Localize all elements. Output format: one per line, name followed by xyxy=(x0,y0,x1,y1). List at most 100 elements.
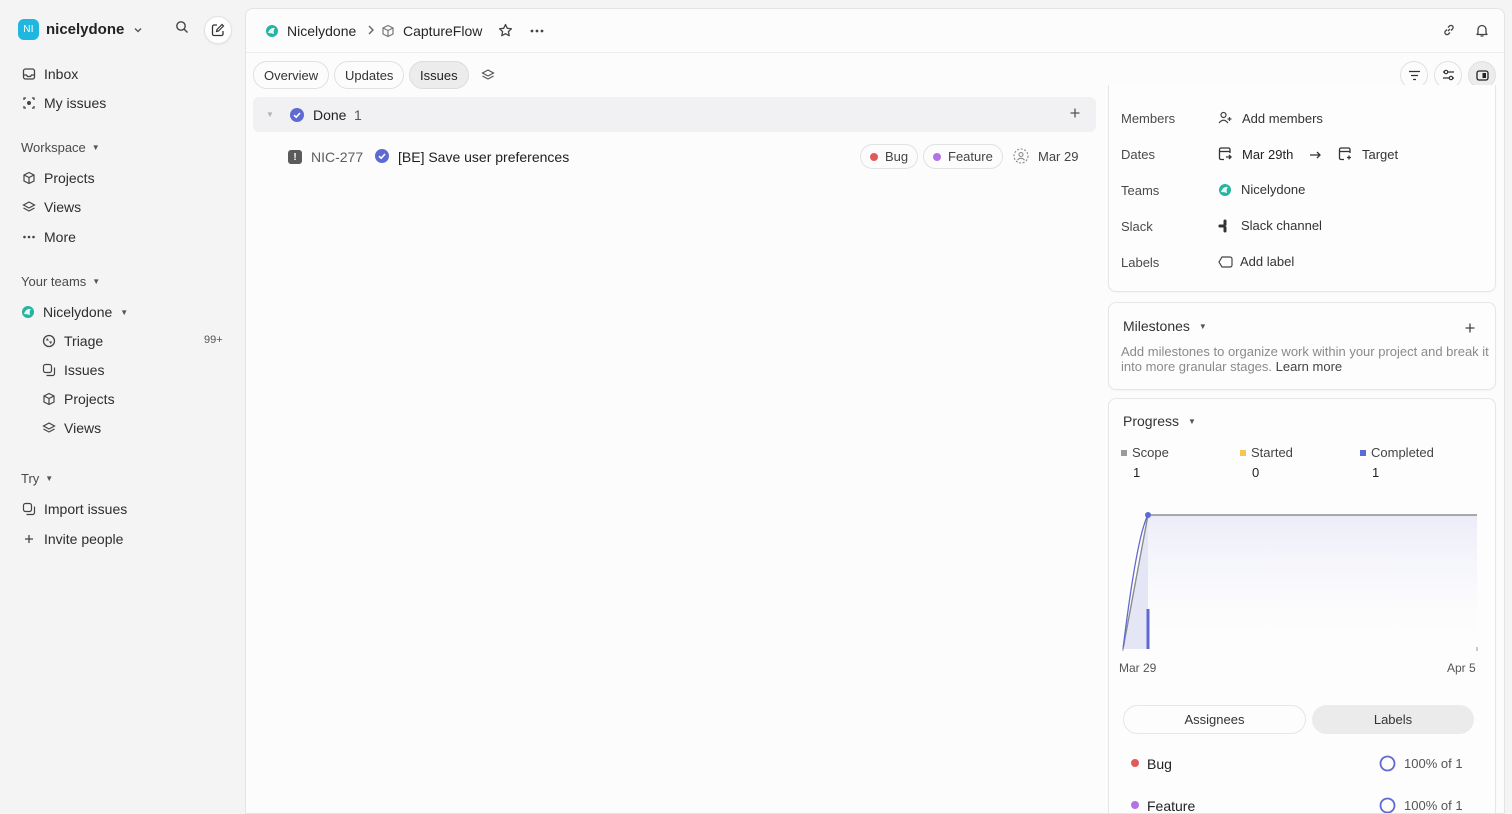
slack-channel-button[interactable]: Slack channel xyxy=(1218,218,1322,233)
workspace-section-header[interactable]: Workspace ▼ xyxy=(21,140,100,155)
label-chip-feature[interactable]: Feature xyxy=(923,144,1003,169)
target-date-button[interactable]: Target xyxy=(1337,146,1398,162)
sidebar-item-label: Inbox xyxy=(44,66,79,82)
workspace-switcher[interactable]: NI nicelydone xyxy=(18,19,143,40)
label-color-dot xyxy=(1131,801,1139,809)
panel-icon xyxy=(1475,69,1489,81)
my-issues-icon xyxy=(22,96,36,110)
star-icon[interactable] xyxy=(498,23,513,38)
progress-header[interactable]: Progress ▼ xyxy=(1123,413,1196,429)
unassigned-user-icon[interactable] xyxy=(1013,148,1029,164)
sidebar-item-issues[interactable]: Issues xyxy=(42,362,104,378)
sidebar-item-label: Triage xyxy=(64,333,104,349)
team-value-button[interactable]: Nicelydone xyxy=(1218,182,1305,197)
scope-area xyxy=(1148,515,1477,649)
sidebar-team-nicelydone[interactable]: Nicelydone ▼ xyxy=(21,304,128,320)
legend-scope-label: Scope xyxy=(1132,445,1169,460)
urgent-priority-icon[interactable]: ! xyxy=(288,150,302,164)
team-icon xyxy=(266,25,278,37)
target-date-icon xyxy=(1338,147,1351,161)
completed-swatch xyxy=(1360,449,1366,456)
breadcrumb-team-label: Nicelydone xyxy=(287,23,357,39)
workspace-avatar: NI xyxy=(18,19,39,40)
sidebar-item-my-issues[interactable]: My issues xyxy=(22,95,106,111)
sidebar-item-label: My issues xyxy=(44,95,107,111)
progress-title: Progress xyxy=(1123,413,1180,429)
sidebar-item-invite-people[interactable]: Invite people xyxy=(22,531,123,547)
link-icon[interactable] xyxy=(1442,23,1456,37)
completed-value: 1 xyxy=(1372,465,1380,480)
sidebar-item-label: More xyxy=(44,229,76,245)
segment-assignees[interactable]: Assignees xyxy=(1123,705,1306,734)
issue-id: NIC-277 xyxy=(311,149,364,165)
label-progress-row-feature[interactable]: Feature 100% of 1 xyxy=(1123,796,1469,813)
legend-started-label: Started xyxy=(1251,445,1293,460)
sidebar-item-label: Projects xyxy=(64,391,115,407)
sidebar-item-team-views[interactable]: Views xyxy=(42,420,101,436)
main-panel: Nicelydone CaptureFlow Overview Updates … xyxy=(245,8,1505,814)
milestones-title: Milestones xyxy=(1123,318,1190,334)
sidebar-item-triage[interactable]: Triage xyxy=(42,333,103,349)
caret-down-icon: ▼ xyxy=(91,143,100,152)
progress-chart xyxy=(1122,512,1478,651)
arrow-right-icon xyxy=(1310,151,1321,159)
prop-members-label: Members xyxy=(1121,111,1176,126)
add-issue-icon[interactable] xyxy=(1069,107,1081,119)
try-section-header[interactable]: Try ▼ xyxy=(21,471,53,486)
label-progress-percent: 100% of 1 xyxy=(1404,756,1463,771)
issue-due-date: Mar 29 xyxy=(1038,149,1079,164)
label-chip-bug[interactable]: Bug xyxy=(860,144,919,169)
legend-completed: Completed xyxy=(1360,445,1434,460)
tab-issues[interactable]: Issues xyxy=(409,61,469,89)
import-icon xyxy=(22,502,36,516)
layers-icon xyxy=(42,421,56,435)
issue-row[interactable]: ! NIC-277 [BE] Save user preferences Bug… xyxy=(253,140,1096,174)
team-icon xyxy=(1219,183,1231,196)
start-date-button[interactable]: Mar 29th xyxy=(1217,146,1293,162)
learn-more-link[interactable]: Learn more xyxy=(1276,359,1342,374)
triage-icon xyxy=(42,334,56,348)
workspace-name: nicelydone xyxy=(46,21,125,38)
label-tag-icon xyxy=(1218,255,1233,268)
team-name: Nicelydone xyxy=(43,304,113,320)
issue-group-done[interactable]: ▼ Done 1 xyxy=(253,97,1096,132)
more-options-icon[interactable] xyxy=(530,29,544,33)
add-members-button[interactable]: Add members xyxy=(1217,110,1323,126)
sidebar-item-team-projects[interactable]: Projects xyxy=(42,391,115,407)
sidebar-item-views[interactable]: Views xyxy=(22,199,81,215)
label-progress-row-bug[interactable]: Bug 100% of 1 xyxy=(1123,754,1469,774)
issue-title: [BE] Save user preferences xyxy=(398,149,570,165)
sidebar: NI nicelydone Inbox My issues Workspace … xyxy=(0,0,244,814)
completed-point xyxy=(1145,512,1151,518)
sidebar-item-label: Views xyxy=(44,199,82,215)
sidebar-item-more[interactable]: More xyxy=(22,229,76,245)
started-value: 0 xyxy=(1252,465,1260,480)
bell-icon[interactable] xyxy=(1475,23,1489,38)
start-date-icon xyxy=(1218,147,1232,161)
scope-swatch xyxy=(1121,449,1127,456)
add-label-button[interactable]: Add label xyxy=(1218,254,1294,269)
sidebar-item-label: Import issues xyxy=(44,501,128,517)
segment-labels[interactable]: Labels xyxy=(1312,705,1474,734)
done-status-icon[interactable] xyxy=(375,149,389,163)
breadcrumb-project[interactable]: CaptureFlow xyxy=(381,23,482,39)
milestones-header[interactable]: Milestones ▼ xyxy=(1123,318,1207,334)
tab-updates[interactable]: Updates xyxy=(334,61,405,89)
legend-completed-label: Completed xyxy=(1371,445,1434,460)
sidebar-item-projects[interactable]: Projects xyxy=(22,170,95,186)
search-icon[interactable] xyxy=(175,20,189,34)
sidebar-item-import-issues[interactable]: Import issues xyxy=(22,501,127,517)
caret-down-icon[interactable]: ▼ xyxy=(266,110,274,119)
tab-overview[interactable]: Overview xyxy=(253,61,330,89)
cube-icon xyxy=(42,392,56,406)
teams-section-header[interactable]: Your teams ▼ xyxy=(21,274,100,289)
layers-icon[interactable] xyxy=(481,68,495,82)
sidebar-item-inbox[interactable]: Inbox xyxy=(22,66,78,82)
add-milestone-icon[interactable] xyxy=(1464,322,1476,334)
progress-ring-icon xyxy=(1379,797,1396,813)
breadcrumb-team[interactable]: Nicelydone xyxy=(265,23,356,39)
section-title: Your teams xyxy=(21,274,87,289)
progress-card: Progress ▼ Scope 1 Started 0 Completed 1 xyxy=(1108,398,1496,813)
new-issue-button[interactable] xyxy=(204,16,232,44)
group-title: Done xyxy=(313,107,347,123)
